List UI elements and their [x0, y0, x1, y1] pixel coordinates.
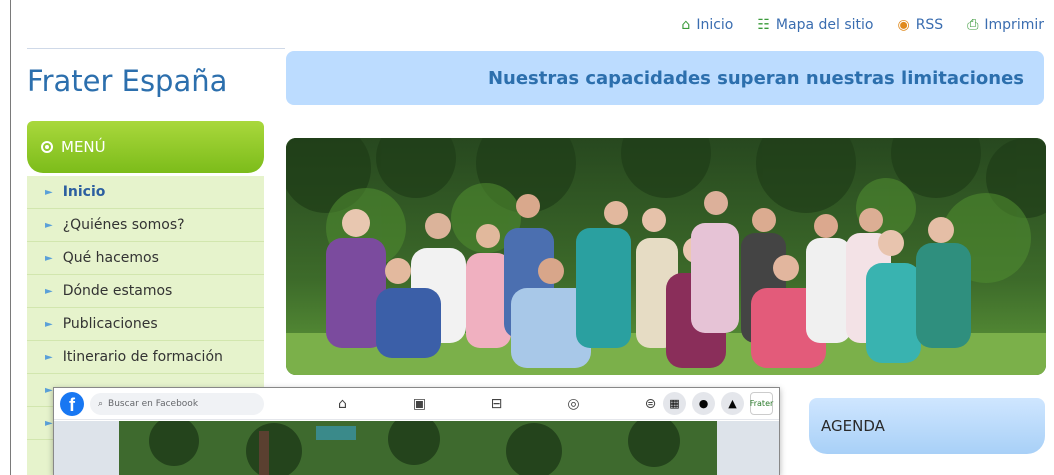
topnav-rss-label: RSS — [915, 17, 944, 33]
menu-item-quienes-somos[interactable]: ► ¿Quiénes somos? — [27, 209, 264, 242]
fb-messenger-icon[interactable]: ● — [692, 392, 715, 415]
fb-notifications-icon[interactable]: ▲ — [721, 392, 744, 415]
menu-heading: MENÚ — [61, 138, 106, 156]
chevron-right-icon: ► — [45, 318, 53, 330]
facebook-search-placeholder: Buscar en Facebook — [108, 398, 199, 409]
top-navigation: ⌂ Inicio ☷ Mapa del sitio ◉ RSS ⎙ Imprim… — [681, 17, 1044, 33]
search-icon: ⌕ — [98, 398, 104, 409]
rss-icon: ◉ — [897, 17, 910, 33]
menu-header: MENÚ — [27, 121, 264, 173]
chevron-right-icon: ► — [45, 219, 53, 231]
fb-profile-avatar[interactable]: Frater — [750, 392, 773, 415]
chevron-right-icon: ► — [45, 384, 53, 396]
topnav-home-link[interactable]: ⌂ Inicio — [681, 17, 733, 33]
site-title[interactable]: Frater España — [27, 64, 227, 98]
fb-video-icon[interactable]: ▣ — [381, 388, 458, 420]
menu-item-label: ¿Quiénes somos? — [62, 217, 185, 233]
fb-avatar-text: Frater — [749, 399, 774, 408]
fb-marketplace-icon[interactable]: ⊟ — [458, 388, 535, 420]
chevron-right-icon: ► — [45, 351, 53, 363]
fb-groups-icon[interactable]: ◎ — [535, 388, 612, 420]
group-photo — [286, 138, 1046, 375]
topnav-print-link[interactable]: ⎙ Imprimir — [967, 17, 1044, 33]
facebook-feed-preview — [54, 421, 779, 475]
chevron-right-icon: ► — [45, 252, 53, 264]
sitemap-icon: ☷ — [757, 17, 770, 33]
topnav-sitemap-link[interactable]: ☷ Mapa del sitio — [757, 17, 873, 33]
topnav-rss-link[interactable]: ◉ RSS — [897, 17, 943, 33]
group-photo-illustration — [286, 138, 1046, 375]
facebook-search-input[interactable]: ⌕ Buscar en Facebook — [90, 392, 264, 415]
facebook-logo-icon[interactable]: f — [60, 391, 84, 416]
menu-item-donde-estamos[interactable]: ► Dónde estamos — [27, 275, 264, 308]
menu-item-label: Itinerario de formación — [62, 349, 223, 365]
topnav-home-label: Inicio — [696, 17, 734, 33]
chevron-right-icon: ► — [45, 417, 53, 429]
facebook-topbar: f ⌕ Buscar en Facebook ⌂ ▣ ⊟ ◎ ⊜ ▦ ● ▲ F… — [54, 388, 779, 420]
home-icon: ⌂ — [681, 17, 691, 33]
chevron-right-icon: ► — [45, 285, 53, 297]
facebook-nav: ⌂ ▣ ⊟ ◎ ⊜ — [304, 388, 689, 420]
menu-item-publicaciones[interactable]: ► Publicaciones — [27, 308, 264, 341]
menu-item-inicio[interactable]: ► Inicio — [27, 176, 264, 209]
menu-item-label: Dónde estamos — [62, 283, 173, 299]
agenda-heading: AGENDA — [821, 417, 885, 435]
menu-item-label: Inicio — [62, 184, 106, 200]
slogan-text: Nuestras capacidades superan nuestras li… — [487, 67, 1024, 89]
slogan-banner: Nuestras capacidades superan nuestras li… — [286, 51, 1044, 105]
chevron-right-icon: ► — [45, 186, 53, 198]
header-divider — [27, 48, 285, 49]
menu-item-itinerario[interactable]: ► Itinerario de formación — [27, 341, 264, 374]
fb-home-icon[interactable]: ⌂ — [304, 388, 381, 420]
menu-item-que-hacemos[interactable]: ► Qué hacemos — [27, 242, 264, 275]
facebook-actions: ▦ ● ▲ Frater — [663, 392, 773, 415]
menu-bullet-icon — [41, 141, 53, 153]
topnav-print-label: Imprimir — [984, 17, 1044, 33]
fb-menu-grid-icon[interactable]: ▦ — [663, 392, 686, 415]
agenda-header: AGENDA — [809, 398, 1045, 454]
print-icon: ⎙ — [967, 17, 979, 33]
menu-item-label: Publicaciones — [62, 316, 158, 332]
topnav-sitemap-label: Mapa del sitio — [775, 17, 874, 33]
facebook-window: f ⌕ Buscar en Facebook ⌂ ▣ ⊟ ◎ ⊜ ▦ ● ▲ F… — [53, 387, 780, 475]
facebook-cover-image — [54, 421, 779, 475]
menu-item-label: Qué hacemos — [62, 250, 159, 266]
